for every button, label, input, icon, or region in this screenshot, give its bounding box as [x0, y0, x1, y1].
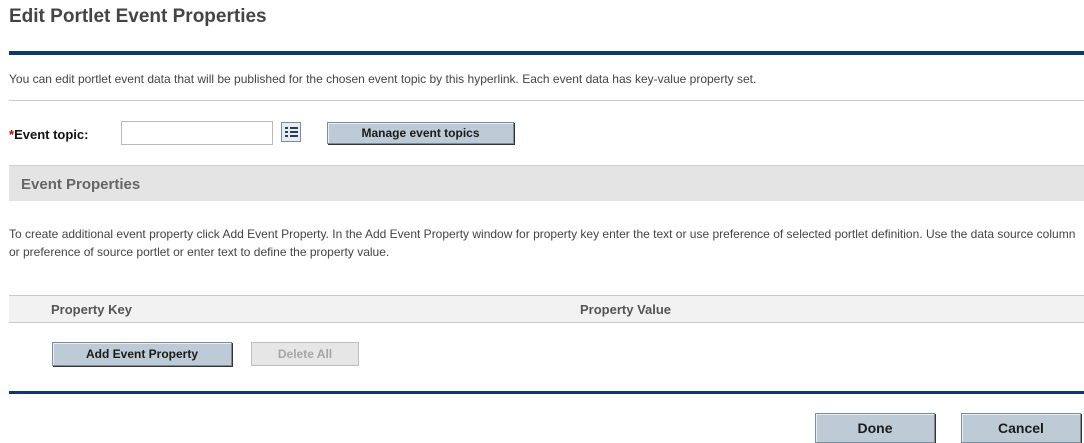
page-description: You can edit portlet event data that wil…: [9, 72, 757, 86]
event-topic-label-text: Event topic:: [14, 127, 89, 142]
column-header-property-value: Property Value: [580, 302, 672, 317]
list-picker-icon[interactable]: [281, 122, 301, 142]
event-properties-help: To create additional event property clic…: [9, 227, 1076, 259]
cancel-button[interactable]: Cancel: [961, 413, 1081, 443]
list-bullet: [285, 135, 288, 137]
manage-event-topics-button[interactable]: Manage event topics: [327, 122, 514, 144]
list-line: [290, 131, 298, 133]
event-properties-header: Event Properties: [9, 165, 1084, 201]
list-line: [290, 127, 298, 129]
properties-table-header: Property Key Property Value: [9, 295, 1084, 323]
event-topic-label: *Event topic:: [9, 127, 88, 142]
list-bullet: [285, 127, 288, 129]
title-divider: [9, 51, 1084, 55]
add-event-property-button[interactable]: Add Event Property: [52, 342, 232, 366]
section-title: Event Properties: [21, 176, 141, 193]
list-line: [290, 135, 298, 137]
list-bullet: [285, 131, 288, 133]
intro-divider: [9, 100, 1084, 101]
column-header-property-key: Property Key: [51, 302, 132, 317]
delete-all-button: Delete All: [251, 342, 359, 366]
footer-divider: [9, 391, 1084, 394]
done-button[interactable]: Done: [815, 413, 935, 443]
page-title: Edit Portlet Event Properties: [9, 6, 267, 27]
event-topic-input[interactable]: [121, 121, 273, 145]
